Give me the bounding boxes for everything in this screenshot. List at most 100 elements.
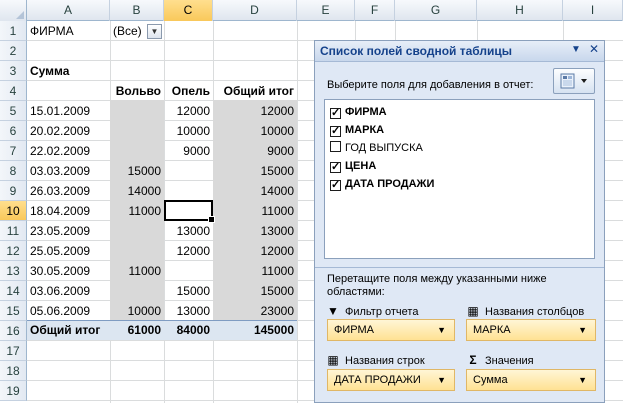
- pivot-cell-total[interactable]: 12000: [213, 241, 297, 261]
- pivot-cell-volvo[interactable]: [110, 101, 164, 121]
- field-item[interactable]: ✓ ДАТА ПРОДАЖИ: [330, 175, 434, 193]
- pivot-cell-total[interactable]: 9000: [213, 141, 297, 161]
- pivot-cell-opel[interactable]: 12000: [164, 241, 213, 261]
- column-header-i[interactable]: I: [563, 0, 623, 21]
- row-header-5[interactable]: 5: [0, 101, 27, 121]
- close-icon[interactable]: ✕: [589, 42, 599, 56]
- pivot-cell-volvo[interactable]: 11000: [110, 261, 164, 281]
- row-header-15[interactable]: 15: [0, 301, 27, 321]
- pivot-cell-date[interactable]: 03.06.2009: [27, 281, 110, 301]
- grand-total-opel[interactable]: 84000: [164, 320, 213, 340]
- row-header-12[interactable]: 12: [0, 241, 27, 261]
- pivot-cell-date[interactable]: 15.01.2009: [27, 101, 110, 121]
- field-item[interactable]: ✓ ФИРМА: [330, 103, 387, 121]
- pivot-cell-volvo[interactable]: [110, 241, 164, 261]
- pivot-cell-opel[interactable]: 12000: [164, 101, 213, 121]
- pivot-cell-volvo[interactable]: [110, 141, 164, 161]
- pivot-cell-date[interactable]: 23.05.2009: [27, 221, 110, 241]
- pivot-cell-total[interactable]: 15000: [213, 161, 297, 181]
- row-header-17[interactable]: 17: [0, 341, 27, 361]
- report-filter-field-button[interactable]: ФИРМА ▼: [327, 319, 455, 341]
- pivot-cell-opel[interactable]: [164, 181, 213, 201]
- pivot-cell-volvo[interactable]: 10000: [110, 301, 164, 321]
- row-header-2[interactable]: 2: [0, 41, 27, 61]
- row-header-10[interactable]: 10: [0, 201, 27, 221]
- pivot-cell-date[interactable]: 25.05.2009: [27, 241, 110, 261]
- column-labels-field-button[interactable]: МАРКА ▼: [466, 319, 596, 341]
- pivot-cell-opel[interactable]: [164, 261, 213, 281]
- filter-dropdown-button[interactable]: ▼: [147, 24, 162, 39]
- pivot-cell-total[interactable]: 11000: [213, 201, 297, 221]
- row-header-8[interactable]: 8: [0, 161, 27, 181]
- pivot-cell-total[interactable]: 15000: [213, 281, 297, 301]
- row-header-7[interactable]: 7: [0, 141, 27, 161]
- row-header-11[interactable]: 11: [0, 221, 27, 241]
- pivot-col-header-total[interactable]: Общий итог: [213, 81, 297, 101]
- pane-title[interactable]: Список полей сводной таблицы: [315, 41, 604, 62]
- pivot-cell-date[interactable]: 30.05.2009: [27, 261, 110, 281]
- column-header-a[interactable]: A: [27, 0, 110, 21]
- row-header-3[interactable]: 3: [0, 61, 27, 81]
- pivot-cell-opel[interactable]: 15000: [164, 281, 213, 301]
- pivot-cell-date[interactable]: 05.06.2009: [27, 301, 110, 321]
- pivot-cell-volvo[interactable]: 11000: [110, 201, 164, 221]
- checked-checkbox-icon[interactable]: ✓: [330, 108, 341, 119]
- row-header-16[interactable]: 16: [0, 321, 27, 341]
- field-item[interactable]: ГОД ВЫПУСКА: [330, 139, 423, 157]
- active-cell-c10[interactable]: [164, 200, 215, 223]
- field-item[interactable]: ✓ ЦЕНА: [330, 157, 376, 175]
- row-header-6[interactable]: 6: [0, 121, 27, 141]
- pivot-field-list-pane: Список полей сводной таблицы ▼ ✕ Выберит…: [314, 40, 605, 403]
- row-header-1[interactable]: 1: [0, 21, 27, 41]
- column-header-b[interactable]: B: [110, 0, 164, 21]
- pivot-cell-opel[interactable]: [164, 161, 213, 181]
- grand-total-volvo[interactable]: 61000: [110, 320, 164, 340]
- pivot-cell-total[interactable]: 13000: [213, 221, 297, 241]
- field-layout-button[interactable]: [553, 68, 595, 94]
- pivot-cell-opel[interactable]: 10000: [164, 121, 213, 141]
- pivot-cell-volvo[interactable]: [110, 281, 164, 301]
- grand-total-total[interactable]: 145000: [213, 320, 297, 340]
- pivot-cell-total[interactable]: 23000: [213, 301, 297, 321]
- column-header-h[interactable]: H: [477, 0, 563, 21]
- pivot-cell-volvo[interactable]: 15000: [110, 161, 164, 181]
- column-header-f[interactable]: F: [355, 0, 395, 21]
- pivot-cell-opel[interactable]: 13000: [164, 301, 213, 321]
- pivot-col-header-volvo[interactable]: Вольво: [110, 81, 164, 101]
- field-item[interactable]: ✓ МАРКА: [330, 121, 384, 139]
- pivot-cell-volvo[interactable]: [110, 121, 164, 141]
- checked-checkbox-icon[interactable]: ✓: [330, 180, 341, 191]
- pivot-cell-total[interactable]: 14000: [213, 181, 297, 201]
- pivot-cell-date[interactable]: 20.02.2009: [27, 121, 110, 141]
- pivot-cell-date[interactable]: 18.04.2009: [27, 201, 110, 221]
- checked-checkbox-icon[interactable]: ✓: [330, 162, 341, 173]
- row-header-9[interactable]: 9: [0, 181, 27, 201]
- column-header-d[interactable]: D: [213, 0, 297, 21]
- pivot-cell-total[interactable]: 11000: [213, 261, 297, 281]
- pivot-cell-total[interactable]: 12000: [213, 101, 297, 121]
- pivot-cell-opel[interactable]: 13000: [164, 221, 213, 241]
- unchecked-checkbox-icon[interactable]: [330, 141, 341, 152]
- values-field-button[interactable]: Сумма ▼: [466, 369, 596, 391]
- pivot-cell-volvo[interactable]: 14000: [110, 181, 164, 201]
- column-header-g[interactable]: G: [395, 0, 477, 21]
- checked-checkbox-icon[interactable]: ✓: [330, 126, 341, 137]
- row-header-18[interactable]: 18: [0, 361, 27, 381]
- dropdown-arrow-icon: ▼: [578, 325, 587, 335]
- pivot-cell-date[interactable]: 03.03.2009: [27, 161, 110, 181]
- row-labels-field-button[interactable]: ДАТА ПРОДАЖИ ▼: [327, 369, 455, 391]
- pivot-cell-date[interactable]: 26.03.2009: [27, 181, 110, 201]
- pivot-cell-opel[interactable]: 9000: [164, 141, 213, 161]
- select-all-corner[interactable]: [0, 0, 27, 21]
- row-header-4[interactable]: 4: [0, 81, 27, 101]
- pivot-cell-date[interactable]: 22.02.2009: [27, 141, 110, 161]
- pivot-cell-total[interactable]: 10000: [213, 121, 297, 141]
- row-header-19[interactable]: 19: [0, 381, 27, 401]
- row-header-14[interactable]: 14: [0, 281, 27, 301]
- pane-menu-icon[interactable]: ▼: [571, 44, 581, 55]
- column-header-e[interactable]: E: [297, 0, 355, 21]
- pivot-cell-volvo[interactable]: [110, 221, 164, 241]
- pivot-col-header-opel[interactable]: Опель: [164, 81, 213, 101]
- row-header-13[interactable]: 13: [0, 261, 27, 281]
- column-header-c[interactable]: C: [164, 0, 213, 21]
